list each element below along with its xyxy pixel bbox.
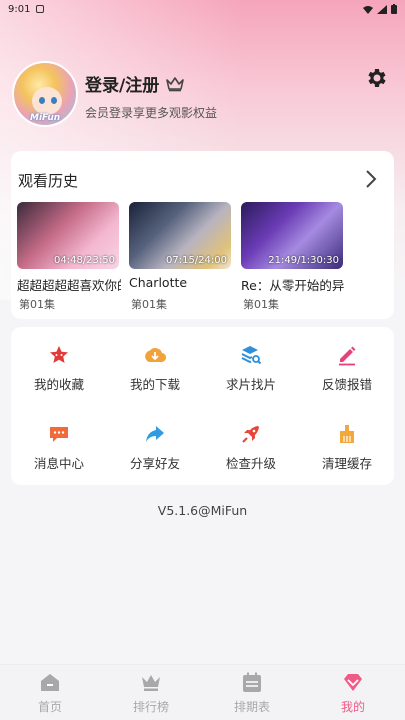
history-duration: 07:15/24:00 — [165, 255, 227, 266]
download-icon — [145, 348, 166, 363]
heart-gem-icon — [344, 674, 362, 691]
grid-item-request[interactable]: 求片找片 — [203, 344, 299, 404]
nav-item-home[interactable]: 首页 — [10, 671, 90, 715]
grid-item-label: 消息中心 — [33, 456, 84, 471]
history-item-title[interactable]: Re：从零开始的异世界生活 — [241, 275, 345, 294]
grid-item-label: 我的下载 — [129, 377, 180, 392]
nav-label: 我的 — [340, 700, 365, 714]
grid-item-label: 检查升级 — [225, 456, 276, 471]
grid-item-label: 求片找片 — [225, 377, 276, 392]
avatar[interactable]: MiFun — [12, 61, 78, 127]
status-bar: 9:01 — [0, 0, 405, 18]
status-time: 9:01 — [8, 3, 31, 15]
message-icon — [50, 427, 68, 442]
grid-item-clear-cache[interactable]: 清理缓存 — [299, 423, 395, 483]
grid-item-favorites[interactable]: 我的收藏 — [11, 344, 107, 404]
history-duration: 21:49/1:30:30 — [268, 255, 339, 266]
grid-item-label: 反馈报错 — [321, 377, 372, 392]
history-thumbnail[interactable]: 07:15/24:00 — [129, 202, 231, 269]
grid-item-label: 我的收藏 — [33, 377, 84, 392]
nav-label: 首页 — [37, 700, 62, 714]
login-subtitle: 会员登录享更多观影权益 — [85, 106, 218, 120]
history-item-title[interactable]: Charlotte — [129, 275, 233, 290]
watch-history-card: 观看历史 04:48/23:50 超超超超超喜欢你的 第01集 07:15/24… — [11, 151, 394, 319]
version-text: V5.1.6@MiFun — [157, 503, 248, 518]
history-thumbnail[interactable]: 04:48/23:50 — [17, 202, 119, 269]
nav-item-ranking[interactable]: 排行榜 — [111, 671, 191, 715]
history-title: 观看历史 — [18, 172, 79, 190]
login-register-link[interactable]: 登录/注册 — [85, 71, 185, 96]
share-icon — [146, 426, 164, 442]
history-item-title[interactable]: 超超超超超喜欢你的 — [17, 275, 121, 294]
broom-icon — [340, 425, 354, 443]
avatar-face — [32, 87, 62, 115]
nav-label: 排行榜 — [132, 700, 169, 714]
calendar-icon — [243, 672, 261, 692]
rocket-icon — [242, 426, 259, 443]
grid-item-downloads[interactable]: 我的下载 — [107, 344, 203, 404]
star-icon — [50, 346, 68, 363]
nav-label: 排期表 — [233, 700, 270, 714]
nav-item-schedule[interactable]: 排期表 — [212, 671, 292, 715]
signal-icon — [377, 4, 387, 14]
avatar-eye — [51, 97, 57, 104]
login-title-text: 登录/注册 — [85, 76, 160, 96]
history-episode: 第01集 — [131, 298, 167, 311]
history-thumbnail[interactable]: 21:49/1:30:30 — [241, 202, 343, 269]
grid-item-label: 分享好友 — [129, 456, 180, 471]
crown-icon — [166, 76, 185, 91]
grid-item-messages[interactable]: 消息中心 — [11, 423, 107, 483]
search-stack-icon — [241, 346, 262, 365]
notification-icon — [36, 5, 45, 13]
avatar-logo-text: MiFun — [30, 113, 61, 123]
nav-item-mine[interactable]: 我的 — [313, 671, 393, 715]
history-episode: 第01集 — [19, 298, 55, 311]
gear-icon[interactable] — [365, 66, 389, 90]
avatar-eye — [39, 97, 45, 104]
grid-item-label: 清理缓存 — [321, 456, 372, 471]
edit-icon — [339, 346, 356, 366]
wifi-icon — [363, 5, 373, 14]
home-icon — [41, 674, 59, 691]
battery-icon — [391, 4, 397, 14]
chevron-right-icon[interactable] — [363, 167, 379, 191]
feature-grid: 我的收藏 我的下载 求片找片 反馈报错 消息中心 分享好友 检查升级 清理缓存 — [11, 327, 394, 485]
crown-icon — [142, 675, 160, 691]
grid-item-update[interactable]: 检查升级 — [203, 423, 299, 483]
bottom-navigation: 首页 排行榜 排期表 我的 — [0, 664, 405, 720]
history-episode: 第01集 — [243, 298, 279, 311]
history-duration: 04:48/23:50 — [53, 255, 115, 266]
grid-item-share[interactable]: 分享好友 — [107, 423, 203, 483]
grid-item-feedback[interactable]: 反馈报错 — [299, 344, 395, 404]
